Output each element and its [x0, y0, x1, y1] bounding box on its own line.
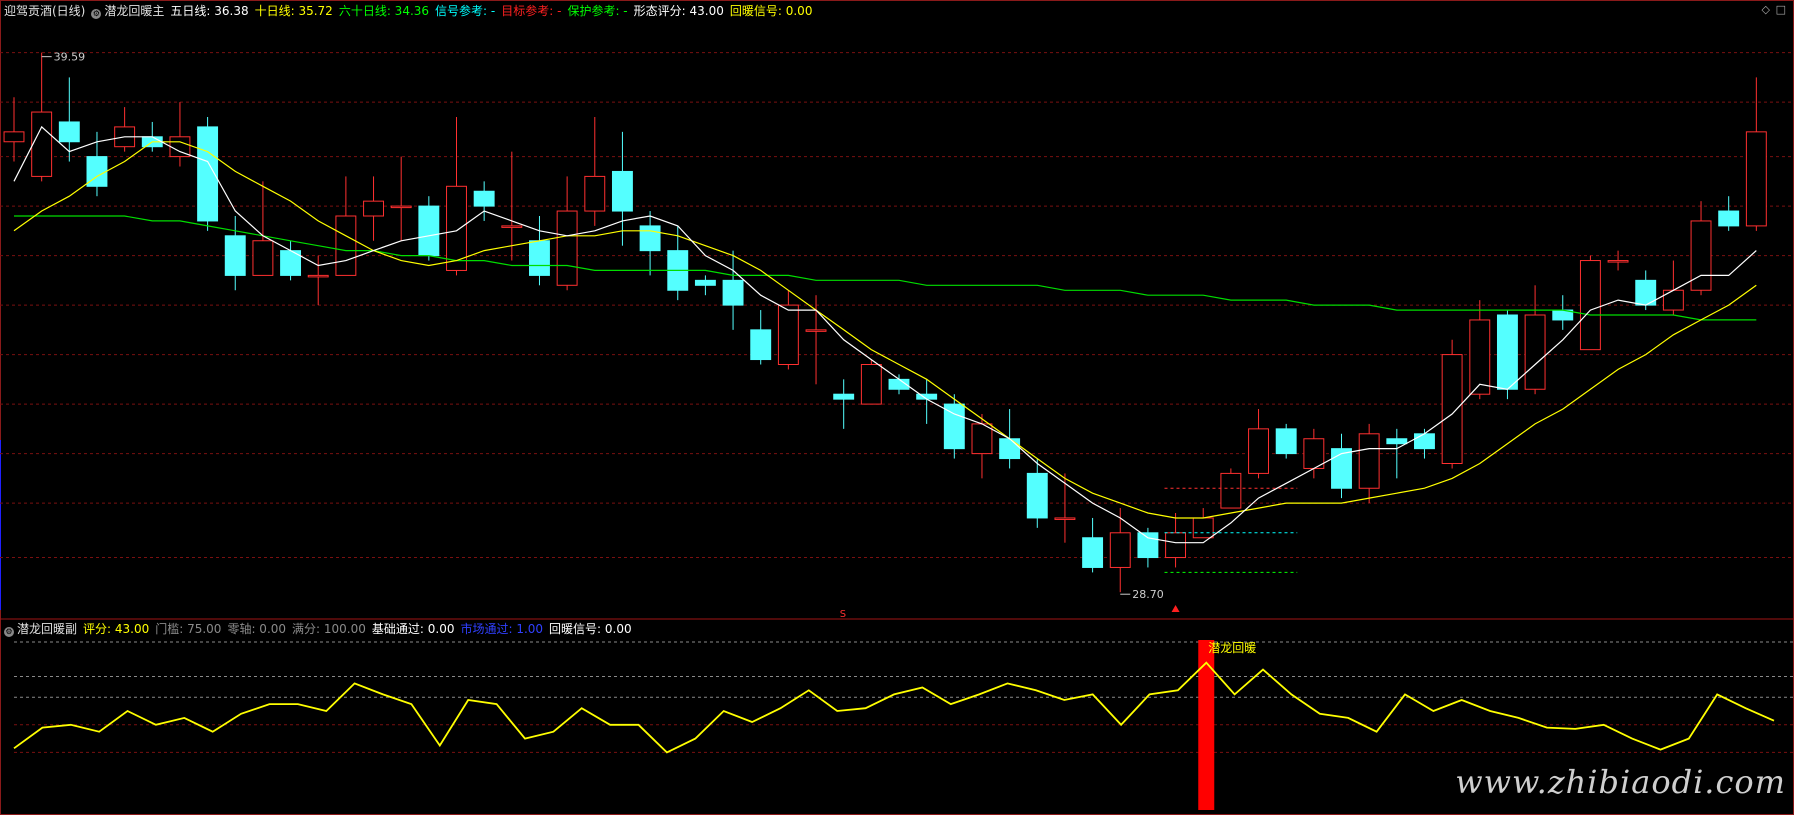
sub-legend-item-3: 满分: 100.00: [292, 622, 366, 636]
chart-frame: [0, 0, 1794, 815]
sub-legend-item-6: 回暖信号: 0.00: [549, 622, 632, 636]
ma60-line: [14, 215, 1757, 321]
candle-body-47: [1303, 438, 1325, 469]
main-legend-item-6: 形态评分: 43.00: [633, 4, 724, 18]
candle-body-48: [1331, 448, 1352, 489]
candle-body-36: [999, 438, 1021, 460]
candle-body-55: [1524, 314, 1546, 390]
ma10-line: [13, 141, 1757, 519]
candle-body-37: [1026, 472, 1048, 519]
candle-body-2: [58, 121, 80, 143]
candle-body-63: [1745, 131, 1767, 227]
candle-body-25: [694, 279, 716, 286]
main-legend-item-0: 五日线: 36.38: [170, 4, 249, 18]
buy-signal-triangle: [1171, 605, 1180, 612]
candle-body-12: [335, 215, 357, 276]
main-legend-item-7: 回暖信号: 0.00: [729, 4, 813, 18]
candle-body-29: [805, 329, 827, 332]
main-indicator-name[interactable]: 潜龙回暖主: [104, 4, 164, 18]
candle-body-19: [529, 240, 550, 276]
candle-body-62: [1718, 210, 1740, 227]
main-legend-item-4: 目标参考: -: [501, 4, 562, 18]
candle-body-60: [1662, 289, 1684, 311]
candle-body-39: [1082, 537, 1104, 568]
signal-label: 潜龙回暖: [1208, 641, 1256, 655]
candle-body-27: [750, 329, 772, 361]
candle-body-13: [363, 200, 384, 217]
candle-body-28: [777, 304, 799, 366]
candle-body-26: [722, 279, 744, 306]
sub-indicator-settings-icon[interactable]: ⚙: [4, 627, 14, 637]
s-marker: S: [840, 609, 846, 620]
sub-indicator-name[interactable]: 潜龙回暖副: [17, 622, 77, 636]
high-price-label: 39.59: [54, 51, 86, 64]
main-legend-item-5: 保护参考: -: [567, 4, 628, 18]
candle-body-41: [1137, 532, 1159, 559]
candle-body-20: [556, 210, 578, 286]
candle-body-42: [1165, 532, 1187, 559]
candle-body-53: [1469, 319, 1491, 395]
watermark: www.zhibiaodi.com: [1455, 763, 1786, 801]
candle-body-45: [1248, 428, 1269, 474]
candle-body-14: [390, 205, 412, 209]
signal-bar: [1198, 640, 1215, 810]
candle-body-43: [1192, 517, 1214, 539]
candle-body-44: [1220, 472, 1242, 509]
candle-body-61: [1690, 220, 1712, 291]
candle-body-30: [833, 393, 855, 400]
kline-chart[interactable]: 39.59 28.70 S 潜龙回暖: [0, 0, 1794, 815]
candle-body-58: [1607, 260, 1629, 263]
candle-body-18: [501, 225, 523, 228]
sub-legend-item-1: 门槛: 75.00: [155, 622, 222, 636]
candle-body-8: [224, 235, 246, 276]
candle-body-49: [1358, 433, 1380, 489]
stock-name[interactable]: 迎驾贡酒(日线): [4, 4, 85, 18]
sub-legend-item-0: 评分: 43.00: [83, 622, 150, 636]
candle-body-11: [307, 274, 329, 278]
candle-body-23: [639, 225, 661, 252]
candle-body-1: [31, 111, 53, 177]
sub-legend-item-4: 基础通过: 0.00: [371, 622, 455, 636]
sub-chart-header: ⚙ 潜龙回暖副 评分: 43.00 门槛: 75.00 零轴: 0.00 满分: 100.…: [4, 621, 644, 637]
candle-body-38: [1054, 517, 1076, 520]
sub-legend-item-5: 市场通过: 1.00: [460, 622, 544, 636]
candle-body-35: [971, 423, 993, 455]
candle-body-52: [1441, 354, 1463, 465]
candle-body-0: [3, 131, 25, 143]
expand-icon[interactable]: □: [1776, 3, 1786, 16]
candle-body-46: [1275, 428, 1297, 455]
diamond-icon[interactable]: ◇: [1762, 3, 1770, 16]
candle-body-9: [252, 240, 274, 276]
ma5-line: [13, 125, 1757, 544]
main-legend-item-1: 十日线: 35.72: [254, 4, 333, 18]
indicator-settings-icon[interactable]: ⚙: [91, 9, 102, 19]
candle-body-57: [1579, 260, 1601, 351]
main-legend-item-2: 六十日线: 34.36: [338, 4, 430, 18]
candle-body-40: [1109, 532, 1131, 568]
main-legend-item-3: 信号参考: -: [435, 4, 496, 18]
candle-body-21: [584, 175, 606, 212]
candle-body-31: [860, 364, 882, 405]
main-chart-header: 迎驾贡酒(日线) ⚙ 潜龙回暖主 五日线: 36.38 十日线: 35.72 六十日线: …: [4, 3, 824, 19]
candle-body-51: [1414, 433, 1435, 450]
sub-legend-item-2: 零轴: 0.00: [227, 622, 287, 636]
candle-body-22: [611, 170, 633, 212]
candle-body-17: [473, 190, 495, 207]
candle-body-15: [418, 205, 440, 257]
candle-body-54: [1496, 314, 1518, 390]
low-price-label: 28.70: [1132, 588, 1164, 601]
candle-body-50: [1386, 438, 1408, 445]
